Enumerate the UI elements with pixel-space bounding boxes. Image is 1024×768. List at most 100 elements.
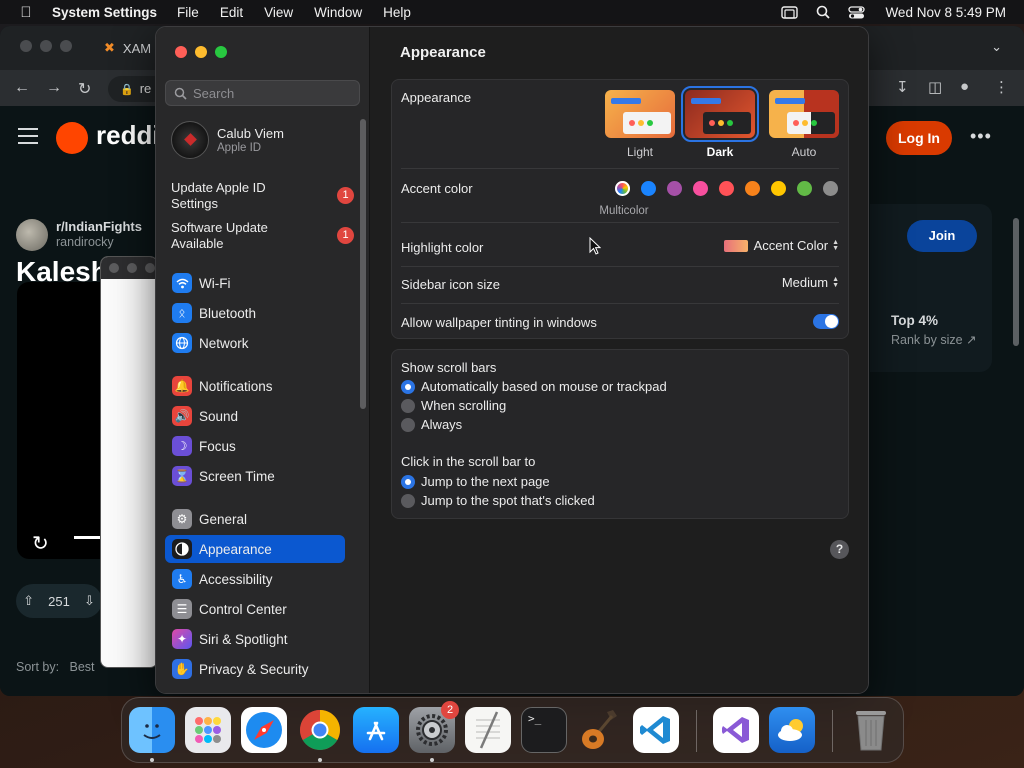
sidebar-item-network[interactable]: Network xyxy=(165,329,345,357)
vscode-icon[interactable] xyxy=(633,707,679,753)
join-button[interactable]: Join xyxy=(907,220,977,252)
menu-clock[interactable]: Wed Nov 8 5:49 PM xyxy=(885,5,1006,20)
profile-icon[interactable]: ● xyxy=(960,78,969,95)
safari-icon[interactable] xyxy=(241,707,287,753)
more-options-icon[interactable]: ••• xyxy=(970,126,992,147)
radio-button[interactable] xyxy=(401,494,415,508)
bg-zoom-dot[interactable] xyxy=(145,263,155,273)
subreddit-avatar[interactable] xyxy=(16,219,48,251)
spotlight-search-icon[interactable] xyxy=(816,5,831,19)
click-option-next-page[interactable]: Jump to the next page xyxy=(401,474,839,490)
accent-swatch-yellow[interactable] xyxy=(771,181,786,196)
highlight-color-popup[interactable]: Accent Color ▲ ▼ xyxy=(723,238,839,253)
appearance-option-dark[interactable] xyxy=(681,86,759,142)
post-author[interactable]: randirocky xyxy=(56,235,114,249)
scroll-option-automatic[interactable]: Automatically based on mouse or trackpad xyxy=(401,379,839,395)
accent-swatch-red[interactable] xyxy=(719,181,734,196)
tab-search-chevron-icon[interactable]: ⌄ xyxy=(991,39,1002,55)
terminal-icon[interactable]: >_ xyxy=(521,707,567,753)
bg-minimize-dot[interactable] xyxy=(127,263,137,273)
menu-help[interactable]: Help xyxy=(383,5,411,20)
accent-swatch-graphite[interactable] xyxy=(823,181,838,196)
sidebar-item-appearance[interactable]: Appearance xyxy=(165,535,345,563)
background-window[interactable] xyxy=(100,256,158,668)
sidebar-icon-size-popup[interactable]: Medium ▲ ▼ xyxy=(782,275,839,290)
window-close-button[interactable] xyxy=(175,46,187,58)
chrome-minimize-dot[interactable] xyxy=(40,40,52,52)
notice-update-apple-id[interactable]: Update Apple ID Settings 1 xyxy=(171,180,356,212)
sidebar-item-screen-time[interactable]: ⌛ Screen Time xyxy=(165,462,345,490)
chrome-tab[interactable]: ✖ XAM xyxy=(104,40,151,56)
apple-menu-icon[interactable]:  xyxy=(0,4,52,21)
side-panel-icon[interactable]: ◫ xyxy=(928,78,942,96)
reddit-logo-icon[interactable] xyxy=(56,122,88,154)
sidebar-item-sound[interactable]: 🔊 Sound xyxy=(165,402,345,430)
hamburger-menu-icon[interactable] xyxy=(18,128,38,149)
video-progress[interactable] xyxy=(74,536,100,539)
finder-icon[interactable] xyxy=(129,707,175,753)
sidebar-item-control-center[interactable]: ☰ Control Center xyxy=(165,595,345,623)
settings-search[interactable] xyxy=(165,80,360,106)
window-zoom-button[interactable] xyxy=(215,46,227,58)
wallpaper-tinting-toggle[interactable] xyxy=(813,314,839,329)
radio-button[interactable] xyxy=(401,418,415,432)
scroll-option-when-scrolling[interactable]: When scrolling xyxy=(401,398,839,414)
downvote-icon[interactable]: ⇩ xyxy=(84,593,95,609)
video-replay-icon[interactable]: ↻ xyxy=(32,531,49,556)
launchpad-icon[interactable] xyxy=(185,707,231,753)
screen-mirroring-icon[interactable] xyxy=(781,5,799,19)
menu-file[interactable]: File xyxy=(177,5,199,20)
radio-button[interactable] xyxy=(401,380,415,394)
chrome-zoom-dot[interactable] xyxy=(60,40,72,52)
chrome-menu-icon[interactable]: ⋮ xyxy=(994,78,1009,96)
sidebar-item-focus[interactable]: ☽ Focus xyxy=(165,432,345,460)
window-minimize-button[interactable] xyxy=(195,46,207,58)
accent-swatch-purple[interactable] xyxy=(667,181,682,196)
guitar-icon[interactable] xyxy=(577,707,623,753)
sidebar-item-siri-spotlight[interactable]: ✦ Siri & Spotlight xyxy=(165,625,345,653)
sidebar-item-accessibility[interactable]: ♿ Accessibility xyxy=(165,565,345,593)
apple-id-account[interactable]: Calub Viem Apple ID xyxy=(171,121,284,159)
scroll-option-always[interactable]: Always xyxy=(401,417,839,433)
appearance-option-light[interactable] xyxy=(605,90,675,138)
chrome-close-dot[interactable] xyxy=(20,40,32,52)
sidebar-scrollbar[interactable] xyxy=(360,119,366,409)
search-input[interactable] xyxy=(193,85,353,101)
upvote-icon[interactable]: ⇧ xyxy=(23,593,34,609)
bg-close-dot[interactable] xyxy=(109,263,119,273)
sidebar-item-notifications[interactable]: 🔔 Notifications xyxy=(165,372,345,400)
subreddit-name[interactable]: r/IndianFights xyxy=(56,219,142,234)
rank-by-size-link[interactable]: Rank by size ↗ xyxy=(891,332,977,347)
sidebar-item-privacy-security[interactable]: ✋ Privacy & Security xyxy=(165,655,345,683)
download-icon[interactable]: ↧ xyxy=(896,78,909,96)
accent-swatch-pink[interactable] xyxy=(693,181,708,196)
sort-control[interactable]: Sort by: Best xyxy=(16,660,95,674)
menu-app-name[interactable]: System Settings xyxy=(52,5,157,20)
forward-icon[interactable]: → xyxy=(46,79,62,97)
accent-swatch-green[interactable] xyxy=(797,181,812,196)
radio-button[interactable] xyxy=(401,399,415,413)
reload-icon[interactable]: ↻ xyxy=(78,79,91,99)
menu-view[interactable]: View xyxy=(264,5,293,20)
sidebar-item-wifi[interactable]: Wi-Fi xyxy=(165,269,345,297)
login-button[interactable]: Log In xyxy=(886,121,952,155)
visualstudio-icon[interactable] xyxy=(713,707,759,753)
accent-swatch-orange[interactable] xyxy=(745,181,760,196)
menu-window[interactable]: Window xyxy=(314,5,362,20)
weather-icon[interactable] xyxy=(769,707,815,753)
sidebar-item-general[interactable]: ⚙ General xyxy=(165,505,345,533)
accent-swatch-multicolor[interactable] xyxy=(615,181,630,196)
radio-button[interactable] xyxy=(401,475,415,489)
appstore-icon[interactable] xyxy=(353,707,399,753)
trash-icon[interactable] xyxy=(848,707,894,753)
chrome-icon[interactable] xyxy=(297,707,343,753)
menu-edit[interactable]: Edit xyxy=(220,5,243,20)
control-center-icon[interactable] xyxy=(848,5,866,19)
page-scrollbar[interactable] xyxy=(1013,218,1019,346)
textedit-icon[interactable] xyxy=(465,707,511,753)
accent-swatch-blue[interactable] xyxy=(641,181,656,196)
sidebar-item-bluetooth[interactable]: ᛟ Bluetooth xyxy=(165,299,345,327)
help-button[interactable]: ? xyxy=(830,540,849,559)
notice-software-update[interactable]: Software Update Available 1 xyxy=(171,220,356,252)
back-icon[interactable]: ← xyxy=(14,79,30,97)
